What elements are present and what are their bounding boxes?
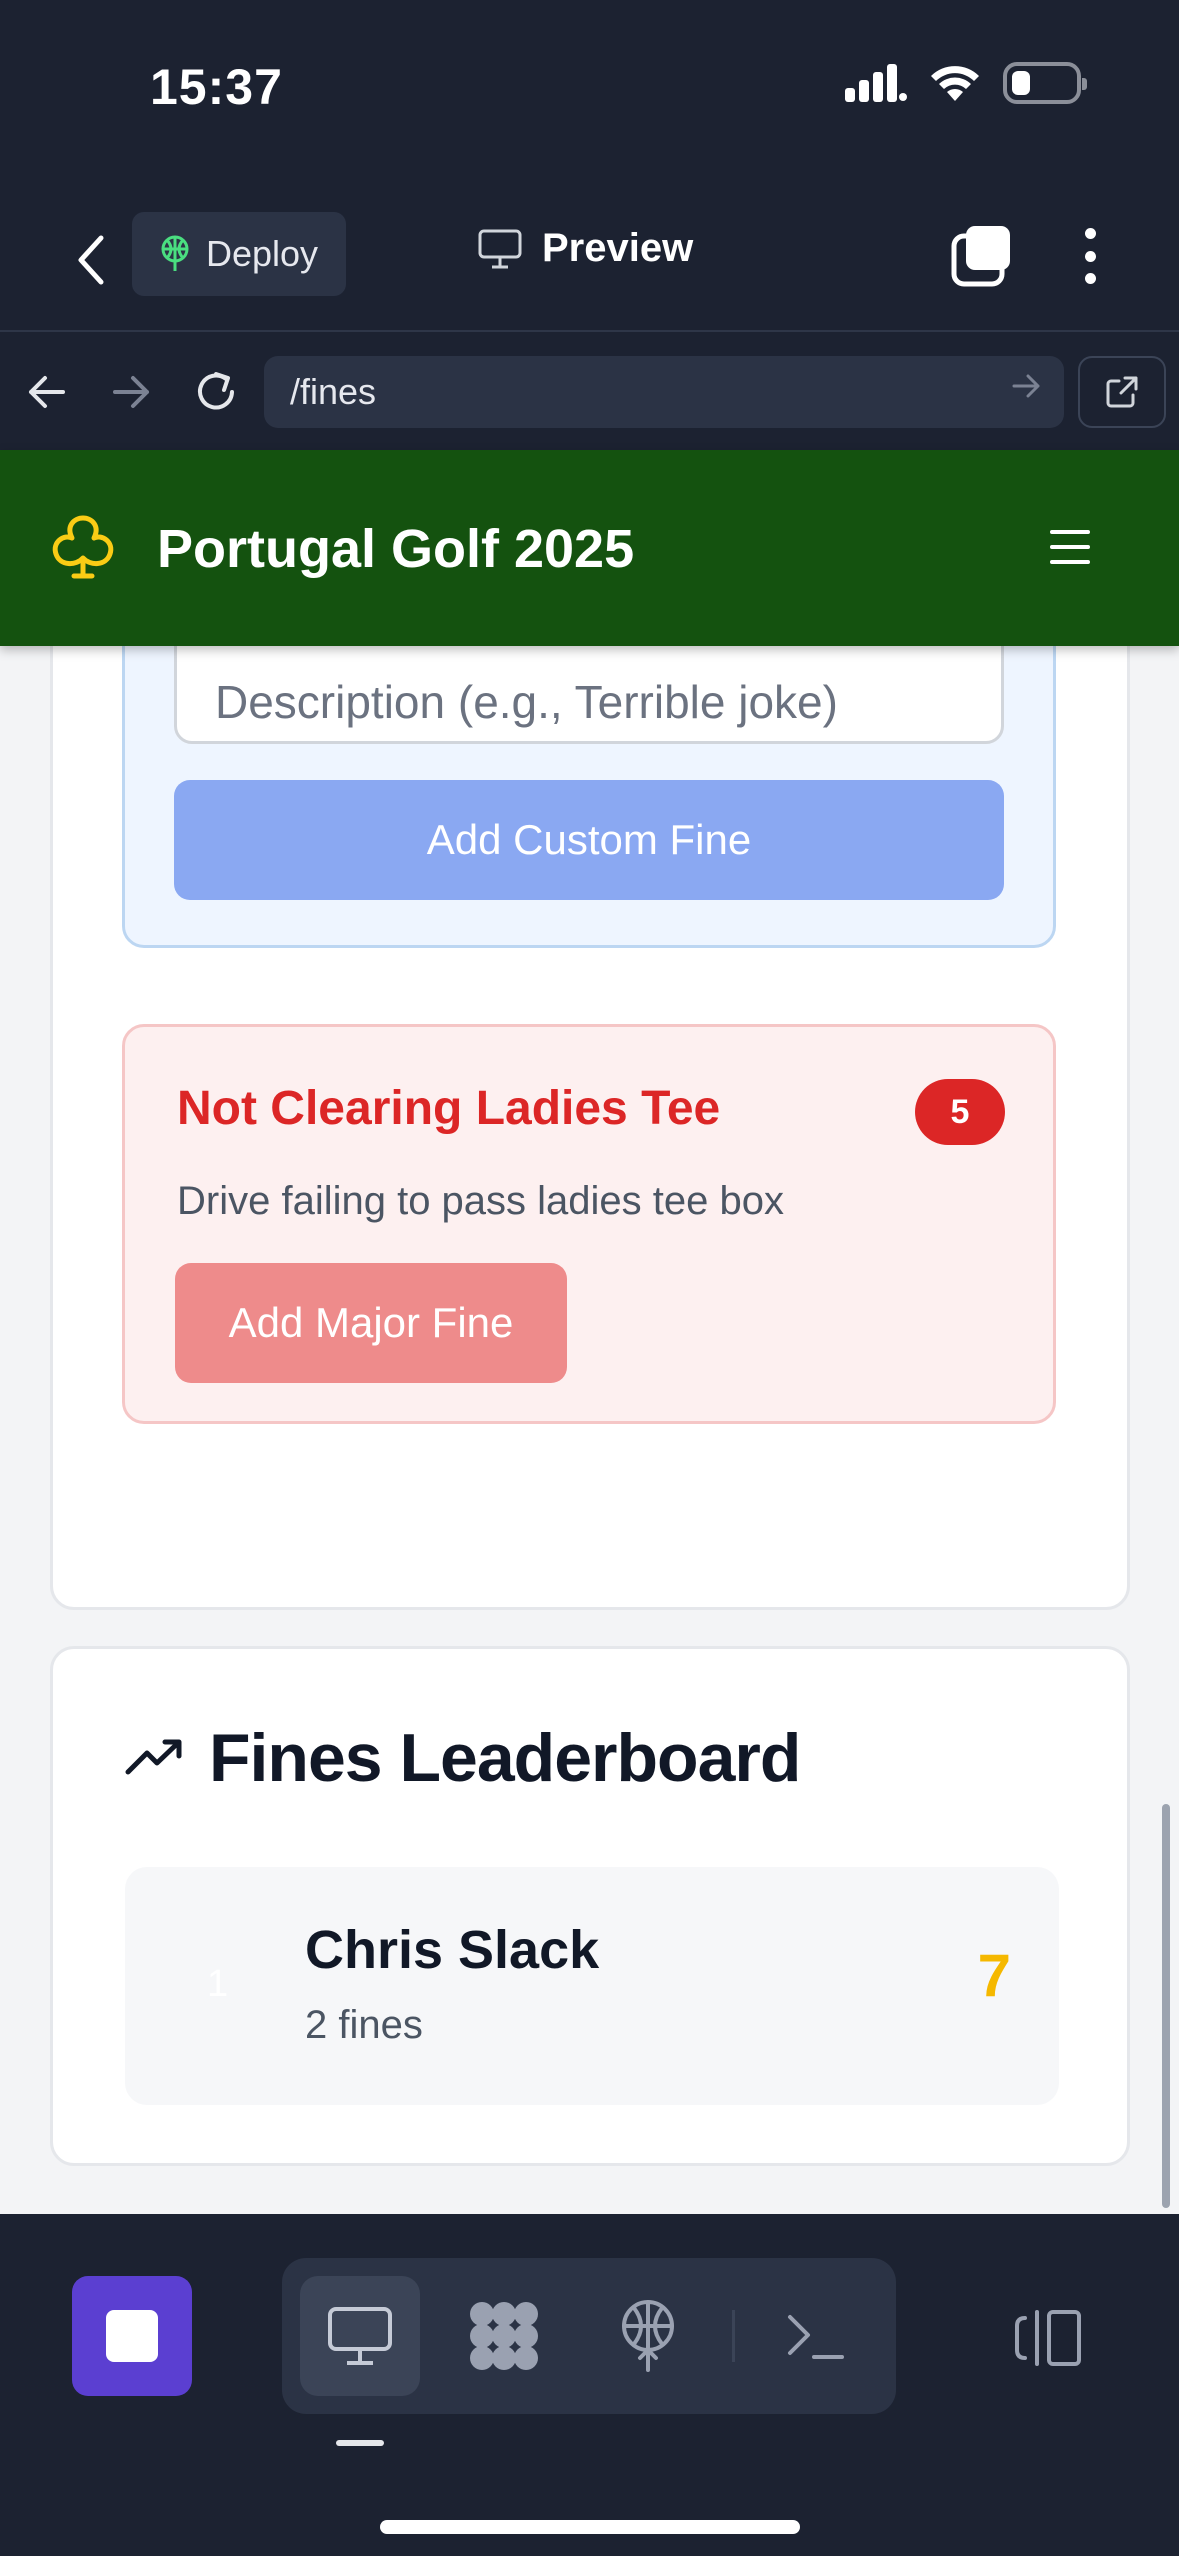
tool-separator xyxy=(732,2310,735,2362)
monitor-icon xyxy=(328,2307,392,2365)
go-arrow-icon[interactable] xyxy=(1012,372,1042,400)
browser-chrome: 15:37 Deploy Preview /fines xyxy=(0,0,1179,450)
menu-button[interactable] xyxy=(1050,530,1090,564)
leaderboard-card: Fines Leaderboard 1 Chris Slack 2 fines … xyxy=(50,1646,1130,2166)
status-time: 15:37 xyxy=(150,59,283,115)
browser-back-button[interactable] xyxy=(14,360,78,424)
chevron-left-icon xyxy=(78,235,104,285)
club-icon xyxy=(52,515,114,579)
fine-amount-badge: 5 xyxy=(915,1079,1005,1145)
more-options-button[interactable] xyxy=(1070,224,1110,288)
tabs-button[interactable] xyxy=(950,224,1014,288)
preview-label: Preview xyxy=(542,226,694,270)
page-content: Add Custom Fine Not Clearing Ladies Tee … xyxy=(0,646,1179,2214)
deploy-button[interactable]: Deploy xyxy=(132,212,346,296)
stop-icon xyxy=(106,2310,158,2362)
description-input[interactable] xyxy=(174,646,1004,744)
leaderboard-title: Fines Leaderboard xyxy=(209,1720,801,1796)
app-title: Portugal Golf 2025 xyxy=(157,519,635,579)
tool-group xyxy=(282,2258,896,2414)
deploy-tool-button[interactable] xyxy=(588,2276,708,2396)
apps-icon xyxy=(470,2302,538,2370)
fine-title: Not Clearing Ladies Tee xyxy=(177,1082,721,1135)
panel-icon xyxy=(1015,2310,1081,2366)
status-icons xyxy=(845,62,1087,104)
menu-bar xyxy=(1050,530,1090,534)
trending-up-icon xyxy=(125,1739,182,1775)
reload-button[interactable] xyxy=(184,360,248,424)
preview-tab[interactable]: Preview xyxy=(478,226,693,271)
url-path: /fines xyxy=(290,371,377,412)
terminal-icon xyxy=(788,2315,844,2359)
stop-button[interactable] xyxy=(72,2276,192,2396)
home-indicator xyxy=(380,2520,800,2534)
arrow-left-icon xyxy=(29,376,65,408)
major-fine-card: Not Clearing Ladies Tee 5 Drive failing … xyxy=(122,1024,1056,1424)
top-nav: Deploy Preview xyxy=(0,210,1179,310)
wifi-icon xyxy=(931,66,979,101)
deploy-icon xyxy=(622,2300,674,2372)
menu-bar xyxy=(1050,560,1090,564)
deploy-label: Deploy xyxy=(206,233,319,274)
more-dot xyxy=(1084,250,1096,262)
back-button[interactable] xyxy=(60,228,120,292)
external-link-icon xyxy=(1106,376,1138,408)
more-dot xyxy=(1084,228,1096,239)
console-tool-button[interactable] xyxy=(756,2276,876,2396)
panel-toggle-button[interactable] xyxy=(1008,2298,1088,2378)
active-tab-indicator xyxy=(336,2440,384,2446)
divider xyxy=(0,330,1179,332)
monitor-icon xyxy=(478,229,522,268)
workspace-tool-button[interactable] xyxy=(444,2276,564,2396)
fine-description: Drive failing to pass ladies tee box xyxy=(177,1179,784,1223)
browser-forward-button[interactable] xyxy=(100,360,164,424)
add-major-fine-button[interactable]: Add Major Fine xyxy=(175,1263,567,1383)
preview-tool-button[interactable] xyxy=(300,2276,420,2396)
leaderboard-row[interactable]: 1 Chris Slack 2 fines 7 xyxy=(125,1867,1059,2105)
scrollbar[interactable] xyxy=(1162,1804,1170,2208)
tabs-icon xyxy=(951,226,1010,287)
signal-icon xyxy=(845,64,907,102)
rank: 1 xyxy=(207,1963,229,2005)
player-fine-count: 2 fines xyxy=(305,2003,423,2047)
reload-icon xyxy=(198,372,234,410)
more-dot xyxy=(1084,273,1096,284)
app-header: Portugal Golf 2025 xyxy=(0,450,1179,646)
menu-bar xyxy=(1050,545,1090,549)
battery-icon xyxy=(1003,62,1087,104)
bottom-toolbar xyxy=(0,2214,1179,2556)
open-external-button[interactable] xyxy=(1078,356,1166,428)
arrow-right-icon xyxy=(113,376,149,408)
player-name: Chris Slack xyxy=(305,1920,600,1980)
url-input[interactable]: /fines xyxy=(264,356,1064,428)
player-total: 7 xyxy=(977,1942,1011,2009)
deploy-icon xyxy=(161,235,189,271)
url-row: /fines xyxy=(0,352,1179,432)
add-custom-fine-button[interactable]: Add Custom Fine xyxy=(174,780,1004,900)
